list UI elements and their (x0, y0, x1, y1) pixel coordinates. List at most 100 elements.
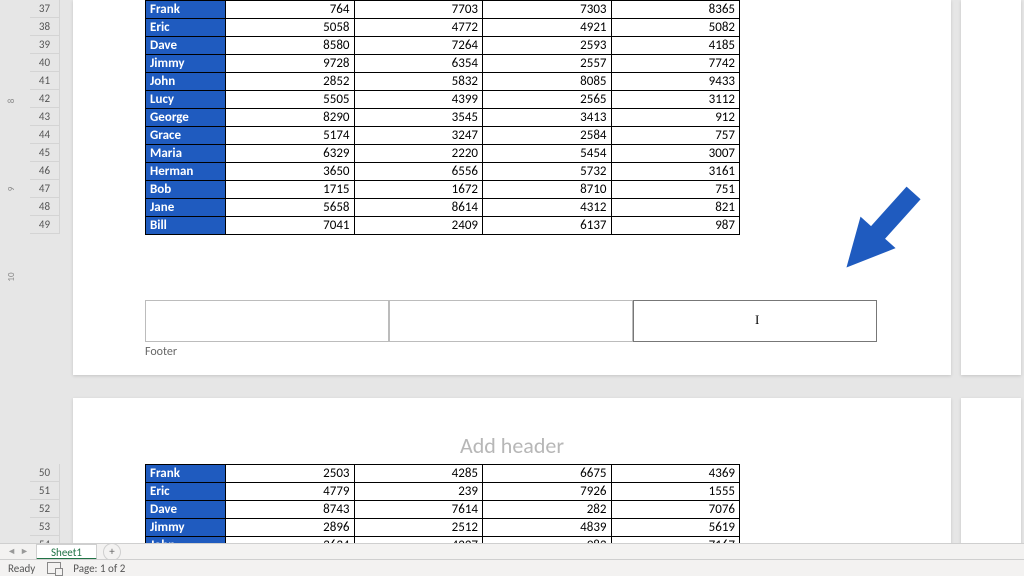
value-cell[interactable]: 8085 (483, 73, 612, 91)
value-cell[interactable]: 3413 (483, 109, 612, 127)
row-header[interactable]: 48 (30, 198, 60, 216)
value-cell[interactable]: 5082 (611, 19, 740, 37)
value-cell[interactable]: 7926 (483, 483, 612, 501)
value-cell[interactable]: 7303 (483, 1, 612, 19)
value-cell[interactable]: 3007 (611, 145, 740, 163)
value-cell[interactable]: 3161 (611, 163, 740, 181)
row-header[interactable]: 47 (30, 180, 60, 198)
tab-nav-arrows[interactable]: ◄► (0, 546, 36, 557)
value-cell[interactable]: 5619 (611, 519, 740, 537)
row-header[interactable]: 49 (30, 216, 60, 234)
value-cell[interactable]: 2852 (226, 73, 355, 91)
table-row[interactable]: Eric5058477249215082 (146, 19, 740, 37)
value-cell[interactable]: 7703 (354, 1, 483, 19)
value-cell[interactable]: 1672 (354, 181, 483, 199)
sheet-tab-sheet1[interactable]: Sheet1 (36, 544, 97, 560)
name-cell[interactable]: Jane (146, 199, 226, 217)
table-row[interactable]: Lucy5505439925653112 (146, 91, 740, 109)
value-cell[interactable]: 9728 (226, 55, 355, 73)
value-cell[interactable]: 5505 (226, 91, 355, 109)
value-cell[interactable]: 5058 (226, 19, 355, 37)
table-row[interactable]: John2852583280859433 (146, 73, 740, 91)
value-cell[interactable]: 282 (483, 501, 612, 519)
value-cell[interactable]: 2584 (483, 127, 612, 145)
value-cell[interactable]: 2896 (226, 519, 355, 537)
table-row[interactable]: Eric477923979261555 (146, 483, 740, 501)
value-cell[interactable]: 4779 (226, 483, 355, 501)
row-header[interactable]: 41 (30, 72, 60, 90)
row-header[interactable]: 40 (30, 54, 60, 72)
value-cell[interactable]: 3112 (611, 91, 740, 109)
value-cell[interactable]: 8743 (226, 501, 355, 519)
value-cell[interactable]: 2512 (354, 519, 483, 537)
value-cell[interactable]: 1555 (611, 483, 740, 501)
value-cell[interactable]: 5174 (226, 127, 355, 145)
data-table-1[interactable]: Frank764770373038365Eric5058477249215082… (145, 0, 740, 235)
value-cell[interactable]: 987 (611, 217, 740, 235)
row-header[interactable]: 50 (30, 464, 60, 482)
value-cell[interactable]: 1715 (226, 181, 355, 199)
row-header[interactable]: 37 (30, 0, 60, 18)
name-cell[interactable]: Eric (146, 483, 226, 501)
value-cell[interactable]: 5732 (483, 163, 612, 181)
value-cell[interactable]: 3650 (226, 163, 355, 181)
table-row[interactable]: Frank764770373038365 (146, 1, 740, 19)
value-cell[interactable]: 6675 (483, 465, 612, 483)
value-cell[interactable]: 2503 (226, 465, 355, 483)
value-cell[interactable]: 2557 (483, 55, 612, 73)
value-cell[interactable]: 4285 (354, 465, 483, 483)
table-row[interactable]: Frank2503428566754369 (146, 465, 740, 483)
row-header[interactable]: 42 (30, 90, 60, 108)
name-cell[interactable]: George (146, 109, 226, 127)
row-header[interactable]: 39 (30, 36, 60, 54)
value-cell[interactable]: 4185 (611, 37, 740, 55)
table-row[interactable]: Bill704124096137987 (146, 217, 740, 235)
value-cell[interactable]: 8290 (226, 109, 355, 127)
table-row[interactable]: Dave8580726425934185 (146, 37, 740, 55)
value-cell[interactable]: 8710 (483, 181, 612, 199)
add-header-placeholder[interactable]: Add header (73, 432, 951, 459)
value-cell[interactable]: 3545 (354, 109, 483, 127)
value-cell[interactable]: 764 (226, 1, 355, 19)
value-cell[interactable]: 9433 (611, 73, 740, 91)
name-cell[interactable]: Jimmy (146, 519, 226, 537)
value-cell[interactable]: 7742 (611, 55, 740, 73)
row-header[interactable]: 38 (30, 18, 60, 36)
value-cell[interactable]: 4312 (483, 199, 612, 217)
name-cell[interactable]: Eric (146, 19, 226, 37)
data-table-2[interactable]: Frank2503428566754369Eric477923979261555… (145, 464, 740, 555)
value-cell[interactable]: 5454 (483, 145, 612, 163)
value-cell[interactable]: 6354 (354, 55, 483, 73)
row-header[interactable]: 43 (30, 108, 60, 126)
name-cell[interactable]: Lucy (146, 91, 226, 109)
table-row[interactable]: Bob171516728710751 (146, 181, 740, 199)
name-cell[interactable]: Bill (146, 217, 226, 235)
value-cell[interactable]: 5658 (226, 199, 355, 217)
value-cell[interactable]: 7264 (354, 37, 483, 55)
row-header[interactable]: 51 (30, 482, 60, 500)
name-cell[interactable]: John (146, 73, 226, 91)
value-cell[interactable]: 7076 (611, 501, 740, 519)
value-cell[interactable]: 2220 (354, 145, 483, 163)
name-cell[interactable]: Herman (146, 163, 226, 181)
value-cell[interactable]: 4772 (354, 19, 483, 37)
value-cell[interactable]: 912 (611, 109, 740, 127)
value-cell[interactable]: 751 (611, 181, 740, 199)
value-cell[interactable]: 2409 (354, 217, 483, 235)
value-cell[interactable]: 5832 (354, 73, 483, 91)
row-header[interactable]: 46 (30, 162, 60, 180)
name-cell[interactable]: Maria (146, 145, 226, 163)
row-header[interactable]: 52 (30, 500, 60, 518)
value-cell[interactable]: 3247 (354, 127, 483, 145)
value-cell[interactable]: 6329 (226, 145, 355, 163)
value-cell[interactable]: 4399 (354, 91, 483, 109)
table-row[interactable]: Jane565886144312821 (146, 199, 740, 217)
name-cell[interactable]: Frank (146, 465, 226, 483)
value-cell[interactable]: 4369 (611, 465, 740, 483)
value-cell[interactable]: 821 (611, 199, 740, 217)
value-cell[interactable]: 757 (611, 127, 740, 145)
row-header[interactable]: 44 (30, 126, 60, 144)
row-header[interactable]: 45 (30, 144, 60, 162)
name-cell[interactable]: Grace (146, 127, 226, 145)
footer-center-section[interactable] (389, 300, 633, 342)
